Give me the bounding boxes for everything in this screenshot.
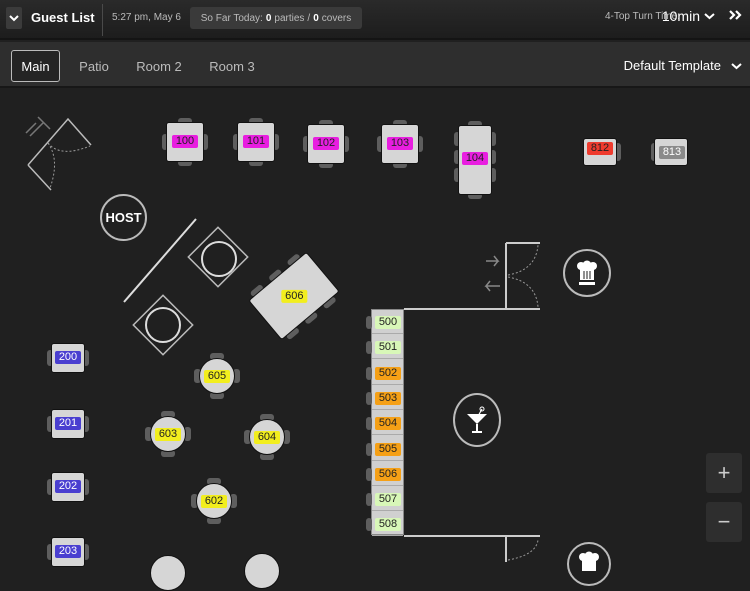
bar-seat-503[interactable]: 503 xyxy=(372,388,403,410)
table-label: 101 xyxy=(243,135,269,148)
bar-seat-502[interactable]: 502 xyxy=(372,363,403,385)
table-605[interactable]: 605 xyxy=(199,358,235,394)
table-104[interactable]: 104 xyxy=(458,125,492,195)
round-table-partial[interactable] xyxy=(150,555,186,591)
table-label: 813 xyxy=(659,146,685,159)
table-813[interactable]: 813 xyxy=(654,138,688,166)
table-label: 103 xyxy=(387,137,413,150)
table-label: 606 xyxy=(281,289,308,303)
table-label: 201 xyxy=(55,417,81,430)
round-table-partial[interactable] xyxy=(244,553,280,589)
table-label: 104 xyxy=(462,152,488,165)
bar-seat-508[interactable]: 508 xyxy=(372,514,403,537)
table-label: 506 xyxy=(375,467,401,481)
chef-hat-icon xyxy=(579,551,599,571)
chef-hat-icon xyxy=(577,260,597,285)
bar-seat-501[interactable]: 501 xyxy=(372,337,403,360)
table-label: 508 xyxy=(375,518,401,532)
table-100[interactable]: 100 xyxy=(166,122,204,162)
table-103[interactable]: 103 xyxy=(381,124,419,164)
table-202[interactable]: 202 xyxy=(51,472,85,502)
host-label: HOST xyxy=(105,210,142,225)
table-102[interactable]: 102 xyxy=(307,124,345,164)
bar-seat-500[interactable]: 500 xyxy=(372,312,403,334)
table-label: 507 xyxy=(375,493,401,507)
table-label: 605 xyxy=(204,370,230,383)
table-label: 503 xyxy=(375,391,401,405)
host-stand: HOST xyxy=(100,194,147,241)
table-200[interactable]: 200 xyxy=(51,343,85,373)
table-label: 602 xyxy=(201,495,227,508)
cocktail-icon xyxy=(467,406,487,433)
table-812[interactable]: 812 xyxy=(583,138,617,166)
zoom-in-button[interactable]: + xyxy=(706,453,742,493)
bar-seat-504[interactable]: 504 xyxy=(372,413,403,436)
bar-seat-507[interactable]: 507 xyxy=(372,489,403,512)
table-203[interactable]: 203 xyxy=(51,537,85,567)
diamond-table-bottom xyxy=(132,294,194,356)
bar-seat-506[interactable]: 506 xyxy=(372,464,403,486)
table-label: 202 xyxy=(55,480,81,493)
table-label: 500 xyxy=(375,316,401,329)
table-label: 504 xyxy=(375,417,401,431)
zoom-out-button[interactable]: − xyxy=(706,502,742,542)
table-label: 502 xyxy=(375,366,401,380)
table-label: 603 xyxy=(155,428,181,441)
diamond-table-top xyxy=(187,226,249,288)
kitchen-icon-circle-2 xyxy=(567,542,611,586)
table-label: 200 xyxy=(55,351,81,364)
bar-seat-505[interactable]: 505 xyxy=(372,439,403,461)
table-603[interactable]: 603 xyxy=(150,416,186,452)
table-604[interactable]: 604 xyxy=(249,419,285,455)
entrance-door-icon xyxy=(25,116,92,191)
table-101[interactable]: 101 xyxy=(237,122,275,162)
table-602[interactable]: 602 xyxy=(196,483,232,519)
table-201[interactable]: 201 xyxy=(51,409,85,439)
table-label: 203 xyxy=(55,545,81,558)
table-label: 501 xyxy=(375,341,401,355)
bar-icon-circle xyxy=(453,393,501,447)
table-label: 505 xyxy=(375,442,401,456)
kitchen-icon-circle xyxy=(563,249,611,297)
table-label: 604 xyxy=(254,431,280,444)
table-label: 100 xyxy=(172,135,198,148)
table-label: 102 xyxy=(313,137,339,150)
table-label: 812 xyxy=(587,142,613,155)
